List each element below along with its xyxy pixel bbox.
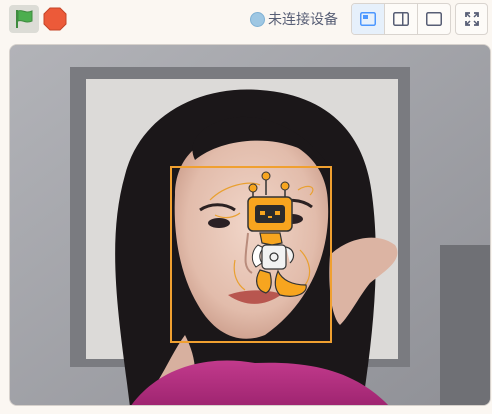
stage-layout-group bbox=[351, 3, 451, 35]
small-stage-layout-button[interactable] bbox=[352, 4, 385, 34]
sidebar-layout-button[interactable] bbox=[385, 4, 418, 34]
stage-canvas[interactable] bbox=[9, 44, 491, 406]
webcam-video-feed bbox=[10, 45, 490, 405]
green-flag-button[interactable] bbox=[9, 5, 39, 33]
large-stage-layout-icon bbox=[426, 12, 442, 26]
device-connection-status: 未连接设备 bbox=[250, 9, 338, 29]
sidebar-layout-icon bbox=[393, 12, 409, 26]
fullscreen-button[interactable] bbox=[455, 3, 488, 35]
connection-status-label: 未连接设备 bbox=[268, 12, 338, 28]
small-stage-layout-icon bbox=[360, 12, 376, 26]
stop-sign-icon bbox=[43, 7, 67, 31]
status-dot-icon bbox=[250, 11, 265, 27]
large-stage-layout-button[interactable] bbox=[418, 4, 450, 34]
left-eye bbox=[208, 218, 230, 228]
green-flag-icon bbox=[16, 10, 33, 28]
stage-toolbar: 未连接设备 bbox=[0, 0, 492, 40]
fullscreen-icon bbox=[464, 12, 479, 26]
background-object bbox=[440, 245, 490, 405]
stop-button[interactable] bbox=[42, 6, 68, 32]
